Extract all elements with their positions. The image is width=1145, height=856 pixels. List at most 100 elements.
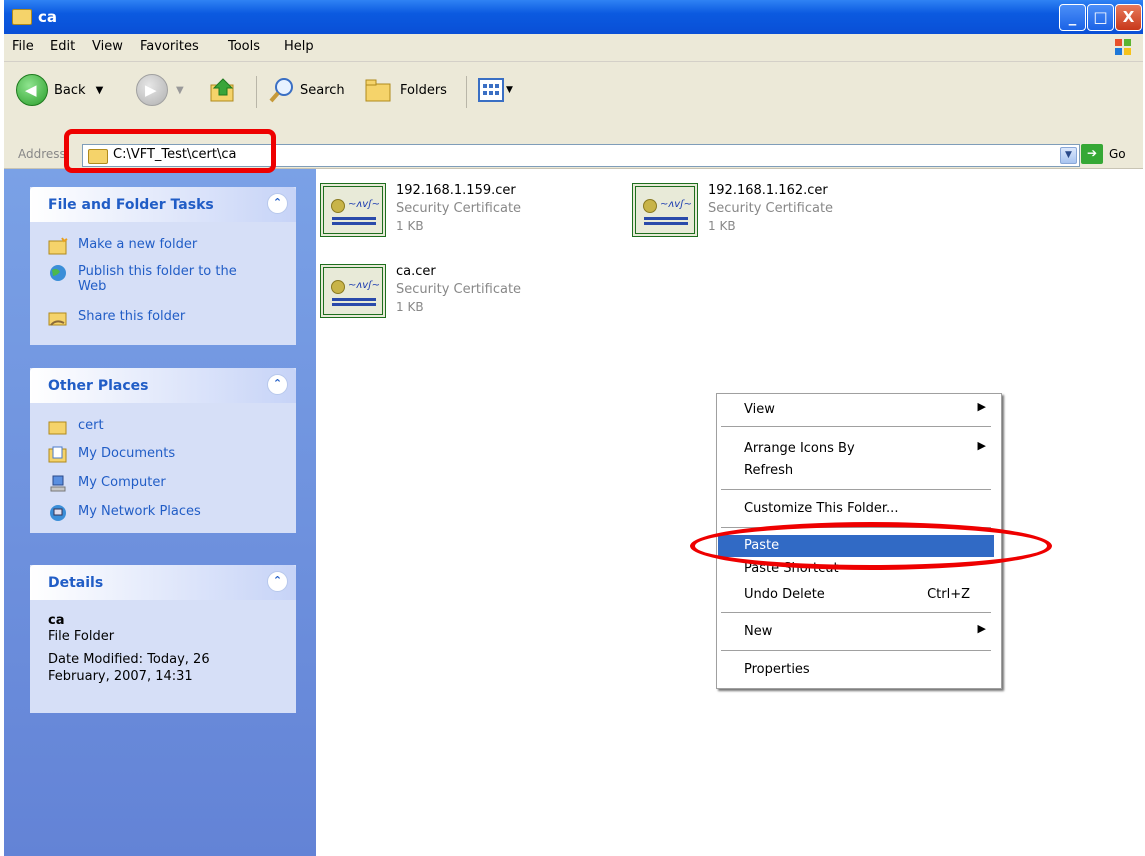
go-button[interactable]: ➔ Go	[1081, 144, 1126, 164]
menu-view[interactable]: View	[92, 39, 123, 54]
go-arrow-icon: ➔	[1081, 144, 1103, 164]
submenu-arrow-icon: ▶	[977, 400, 986, 413]
views-dropdown-icon: ▼	[506, 85, 513, 95]
place-label: My Network Places	[78, 504, 201, 519]
minimize-button[interactable]: _	[1059, 4, 1086, 31]
menu-item-refresh[interactable]: Refresh	[718, 460, 994, 482]
menu-item-view[interactable]: View ▶	[718, 399, 994, 421]
folders-button[interactable]: Folders	[364, 72, 447, 108]
menu-file[interactable]: File	[12, 39, 34, 54]
menu-item-customize-folder[interactable]: Customize This Folder...	[718, 498, 994, 520]
forward-button[interactable]: ▶ ▼	[136, 72, 184, 108]
certificate-icon: ~ʌvʃ~	[320, 183, 386, 237]
up-folder-button[interactable]	[208, 72, 238, 108]
details-panel: Details ⌃ ca File Folder Date Modified: …	[30, 565, 296, 713]
other-places-panel: Other Places ⌃ cert My Documents My Comp…	[30, 368, 296, 533]
file-type: Security Certificate	[708, 201, 834, 216]
folder-icon	[48, 421, 67, 435]
back-button[interactable]: ◀ Back ▼	[16, 72, 103, 108]
back-dropdown-icon[interactable]: ▼	[96, 85, 104, 96]
place-my-computer[interactable]: My Computer	[48, 475, 166, 493]
task-label: Make a new folder	[78, 237, 198, 252]
place-my-network[interactable]: My Network Places	[48, 504, 201, 522]
place-label: My Computer	[78, 475, 166, 490]
file-type: Security Certificate	[396, 282, 522, 297]
menu-item-properties[interactable]: Properties	[718, 659, 994, 681]
file-item[interactable]: ~ʌvʃ~ 192.168.1.159.cer Security Certifi…	[320, 183, 580, 239]
go-label: Go	[1109, 147, 1126, 161]
menu-item-undo-delete[interactable]: Undo Delete Ctrl+Z	[718, 584, 994, 606]
address-dropdown-icon[interactable]: ▼	[1060, 147, 1077, 164]
collapse-icon[interactable]: ⌃	[267, 374, 288, 395]
menu-item-label: Refresh	[744, 463, 794, 478]
file-type: Security Certificate	[396, 201, 522, 216]
menu-separator	[721, 489, 991, 490]
menu-item-label: New	[744, 624, 773, 639]
menu-item-label: Properties	[744, 662, 810, 677]
submenu-arrow-icon: ▶	[977, 622, 986, 635]
task-share-folder[interactable]: Share this folder	[48, 309, 185, 327]
place-label: cert	[78, 418, 104, 433]
network-places-icon	[50, 505, 66, 521]
toolbar-separator	[466, 76, 467, 108]
address-highlight-annotation	[64, 129, 276, 173]
back-label: Back	[54, 82, 86, 98]
paste-highlight-annotation	[690, 522, 1052, 570]
file-size: 1 KB	[396, 300, 424, 314]
maximize-button[interactable]: □	[1087, 4, 1114, 31]
place-cert[interactable]: cert	[48, 418, 104, 436]
collapse-icon[interactable]: ⌃	[267, 571, 288, 592]
task-publish-web[interactable]: Publish this folder to the Web	[48, 264, 268, 294]
panel-header[interactable]: Details ⌃	[30, 565, 296, 600]
menu-item-label: Arrange Icons By	[744, 441, 855, 456]
file-name: ca.cer	[396, 264, 436, 279]
folder-icon	[12, 9, 32, 25]
folders-label: Folders	[400, 82, 447, 98]
shortcut-label: Ctrl+Z	[927, 587, 970, 602]
panel-title: Other Places	[48, 378, 149, 394]
menu-favorites[interactable]: Favorites	[140, 39, 199, 54]
file-item[interactable]: ~ʌvʃ~ 192.168.1.162.cer Security Certifi…	[632, 183, 892, 239]
collapse-icon[interactable]: ⌃	[267, 193, 288, 214]
menu-item-arrange-icons[interactable]: Arrange Icons By ▶	[718, 438, 994, 460]
panel-title: File and Folder Tasks	[48, 197, 214, 213]
file-name: 192.168.1.162.cer	[708, 183, 828, 198]
menu-item-new[interactable]: New ▶	[718, 621, 994, 643]
certificate-icon: ~ʌvʃ~	[632, 183, 698, 237]
menu-edit[interactable]: Edit	[50, 39, 75, 54]
forward-dropdown-icon[interactable]: ▼	[176, 85, 184, 96]
file-item[interactable]: ~ʌvʃ~ ca.cer Security Certificate 1 KB	[320, 264, 580, 320]
menu-help[interactable]: Help	[284, 39, 314, 54]
views-button[interactable]: ▼	[478, 72, 513, 108]
task-label: Publish this folder to the Web	[78, 264, 237, 294]
task-make-new-folder[interactable]: Make a new folder	[48, 237, 197, 255]
close-button[interactable]: X	[1115, 4, 1142, 31]
place-my-documents[interactable]: My Documents	[48, 446, 175, 464]
menu-separator	[721, 612, 991, 613]
title-bar[interactable]: ca _ □ X	[4, 0, 1143, 34]
new-folder-icon	[48, 237, 68, 255]
my-documents-icon	[48, 446, 67, 463]
panel-header[interactable]: Other Places ⌃	[30, 368, 296, 403]
menu-tools[interactable]: Tools	[228, 39, 260, 54]
folders-icon	[365, 79, 391, 102]
up-folder-icon	[210, 78, 234, 102]
details-type: File Folder	[48, 629, 115, 644]
search-button[interactable]: Search	[268, 72, 345, 108]
search-label: Search	[300, 82, 345, 98]
share-folder-icon	[48, 312, 67, 326]
file-size: 1 KB	[708, 219, 736, 233]
menu-item-label: View	[744, 402, 775, 417]
task-pane: File and Folder Tasks ⌃ Make a new folde…	[4, 169, 316, 856]
toolbar-separator	[256, 76, 257, 108]
panel-title: Details	[48, 575, 104, 591]
menu-separator	[721, 650, 991, 651]
file-size: 1 KB	[396, 219, 424, 233]
panel-header[interactable]: File and Folder Tasks ⌃	[30, 187, 296, 222]
menu-item-label: Undo Delete	[744, 587, 825, 602]
search-icon	[269, 78, 293, 103]
menu-item-label: Customize This Folder...	[744, 501, 899, 516]
details-modified: Date Modified: Today, 26 February, 2007,…	[48, 652, 210, 684]
menu-separator	[721, 426, 991, 427]
my-computer-icon	[50, 475, 66, 492]
